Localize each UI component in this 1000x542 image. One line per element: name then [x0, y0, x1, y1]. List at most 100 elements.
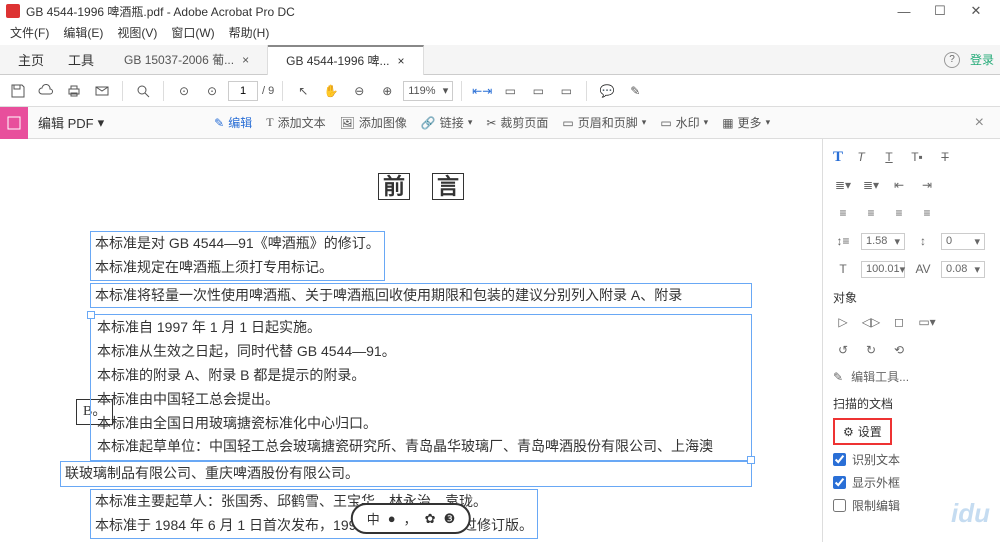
text-tool-icon[interactable]: T: [833, 149, 843, 166]
indent-icon[interactable]: ⇥: [917, 175, 937, 195]
strike-icon[interactable]: T: [935, 147, 955, 167]
maximize-button[interactable]: ☐: [922, 3, 958, 19]
section-object: 对象: [833, 289, 990, 306]
number-list-icon[interactable]: ≣▾: [861, 175, 881, 195]
replace-icon[interactable]: ⟲: [889, 340, 909, 360]
tool-add-text[interactable]: T添加文本: [266, 114, 325, 131]
document-view[interactable]: 前 言 本标准是对 GB 4544—91《啤酒瓶》的修订。本标准规定在啤酒瓶上须…: [0, 139, 822, 542]
tab-bar: 主页 工具 GB 15037-2006 葡...× GB 4544-1996 啤…: [0, 45, 1000, 75]
login-link[interactable]: 登录: [970, 51, 994, 68]
section-scan: 扫描的文档: [833, 395, 990, 412]
tool-more[interactable]: ▦更多▾: [722, 114, 770, 131]
align-right-icon[interactable]: ≡: [889, 203, 909, 223]
align-center-icon[interactable]: ≡: [861, 203, 881, 223]
help-icon[interactable]: ?: [944, 52, 960, 68]
print-icon[interactable]: [62, 79, 86, 103]
bubble-icon[interactable]: ✿: [425, 511, 436, 527]
menu-window[interactable]: 窗口(W): [171, 24, 214, 41]
selected-text-block[interactable]: 本标准自 1997 年 1 月 1 日起实施。 本标准从生效之日起，同时代替 G…: [90, 314, 752, 461]
page-total: / 9: [262, 85, 274, 97]
tab-home[interactable]: 主页: [6, 50, 56, 69]
tool-add-image[interactable]: 🖼添加图像: [340, 114, 407, 131]
minimize-button[interactable]: —: [886, 4, 922, 19]
menu-view[interactable]: 视图(V): [117, 24, 157, 41]
rotate-cw-icon[interactable]: ↻: [861, 340, 881, 360]
doc-heading[interactable]: 前 言: [90, 169, 752, 201]
outdent-icon[interactable]: ⇤: [889, 175, 909, 195]
align-justify-icon[interactable]: ≡: [917, 203, 937, 223]
edit-mode-icon[interactable]: [0, 107, 28, 139]
recognize-text-checkbox[interactable]: 识别文本: [833, 451, 990, 468]
hscale-icon: T: [833, 259, 853, 279]
pointer-icon[interactable]: ↖: [291, 79, 315, 103]
char-space-input[interactable]: 0.08▾: [941, 261, 985, 278]
text-block[interactable]: 本标准主要起草人：张国秀、邱鹤雪、王宝华、林永治、袁珑。本标准于 1984 年 …: [90, 489, 538, 539]
bubble-icon[interactable]: 中: [367, 509, 380, 528]
rotate-ccw-icon[interactable]: ↺: [833, 340, 853, 360]
close-editbar-icon[interactable]: ×: [975, 114, 984, 132]
menu-file[interactable]: 文件(F): [10, 24, 49, 41]
flip-v-icon[interactable]: ◁▷: [861, 312, 881, 332]
zoom-select[interactable]: 119%▾: [403, 81, 453, 101]
menu-help[interactable]: 帮助(H): [229, 24, 270, 41]
page-down-icon[interactable]: ⊙: [200, 79, 224, 103]
mail-icon[interactable]: [90, 79, 114, 103]
comment-icon[interactable]: 💬: [595, 79, 619, 103]
doc-tab-2[interactable]: GB 4544-1996 啤...×: [268, 45, 423, 75]
color-icon[interactable]: T▪: [907, 147, 927, 167]
bullet-list-icon[interactable]: ≣▾: [833, 175, 853, 195]
tool-header-footer[interactable]: ▭页眉和页脚▾: [562, 114, 646, 131]
page-input[interactable]: [228, 81, 258, 101]
page-up-icon[interactable]: ⊙: [172, 79, 196, 103]
tool-crop[interactable]: ✂裁剪页面: [486, 114, 548, 131]
tool-link[interactable]: 🔗链接▾: [421, 114, 473, 131]
crop-obj-icon[interactable]: ◻: [889, 312, 909, 332]
menu-edit[interactable]: 编辑(E): [63, 24, 103, 41]
floating-toolbar[interactable]: 中 ● ， ✿ ❸: [351, 503, 471, 534]
show-outline-checkbox[interactable]: 显示外框: [833, 474, 990, 491]
search-icon[interactable]: [131, 79, 155, 103]
zoom-out-icon[interactable]: ⊖: [347, 79, 371, 103]
italic-icon[interactable]: T: [851, 147, 871, 167]
text-block[interactable]: 联玻璃制品有限公司、重庆啤酒股份有限公司。: [60, 461, 752, 487]
flip-h-icon[interactable]: ▷: [833, 312, 853, 332]
fit-page-icon[interactable]: ▭: [498, 79, 522, 103]
bubble-icon[interactable]: ●: [388, 511, 396, 526]
title-bar: GB 4544-1996 啤酒瓶.pdf - Adobe Acrobat Pro…: [0, 0, 1000, 22]
edit-pdf-label: 编辑 PDF▾: [28, 113, 114, 132]
doc-tab-1[interactable]: GB 15037-2006 葡...×: [106, 45, 268, 75]
layout1-icon[interactable]: ▭: [526, 79, 550, 103]
app-icon: [6, 4, 20, 18]
close-button[interactable]: ✕: [958, 3, 994, 19]
hscale-input[interactable]: 100.01▾: [861, 261, 905, 278]
pencil-icon: ✎: [833, 370, 843, 384]
bubble-icon[interactable]: ，: [404, 509, 417, 528]
layout2-icon[interactable]: ▭: [554, 79, 578, 103]
main-toolbar: ⊙ ⊙ / 9 ↖ ✋ ⊖ ⊕ 119%▾ ⇤⇥ ▭ ▭ ▭ 💬 ✎: [0, 75, 1000, 107]
restrict-edit-checkbox[interactable]: 限制编辑: [833, 497, 990, 514]
window-title: GB 4544-1996 啤酒瓶.pdf - Adobe Acrobat Pro…: [26, 3, 886, 20]
close-icon[interactable]: ×: [398, 54, 405, 68]
line-spacing-input[interactable]: 1.58▾: [861, 233, 905, 250]
para-spacing-input[interactable]: 0▾: [941, 233, 985, 250]
tool-watermark[interactable]: ▭水印▾: [660, 114, 708, 131]
sign-icon[interactable]: ✎: [623, 79, 647, 103]
settings-button[interactable]: ⚙ 设置: [833, 418, 892, 445]
cloud-icon[interactable]: [34, 79, 58, 103]
text-block[interactable]: 本标准将轻量一次性使用啤酒瓶、关于啤酒瓶回收使用期限和包装的建议分别列入附录 A…: [90, 283, 752, 309]
text-block[interactable]: 本标准是对 GB 4544—91《啤酒瓶》的修订。本标准规定在啤酒瓶上须打专用标…: [90, 231, 385, 281]
bubble-icon[interactable]: ❸: [444, 511, 456, 527]
tab-tools[interactable]: 工具: [56, 50, 106, 69]
align-left-icon[interactable]: ≡: [833, 203, 853, 223]
text-style-row: T T T T▪ T: [833, 147, 990, 167]
tool-edit[interactable]: ✎编辑: [214, 114, 252, 131]
underline-icon[interactable]: T: [879, 147, 899, 167]
fit-width-icon[interactable]: ⇤⇥: [470, 79, 494, 103]
edit-tool-link[interactable]: ✎ 编辑工具...: [833, 368, 990, 385]
char-space-icon: AV: [913, 259, 933, 279]
close-icon[interactable]: ×: [242, 53, 249, 67]
save-icon[interactable]: [6, 79, 30, 103]
zoom-in-icon[interactable]: ⊕: [375, 79, 399, 103]
hand-icon[interactable]: ✋: [319, 79, 343, 103]
arrange-icon[interactable]: ▭▾: [917, 312, 937, 332]
